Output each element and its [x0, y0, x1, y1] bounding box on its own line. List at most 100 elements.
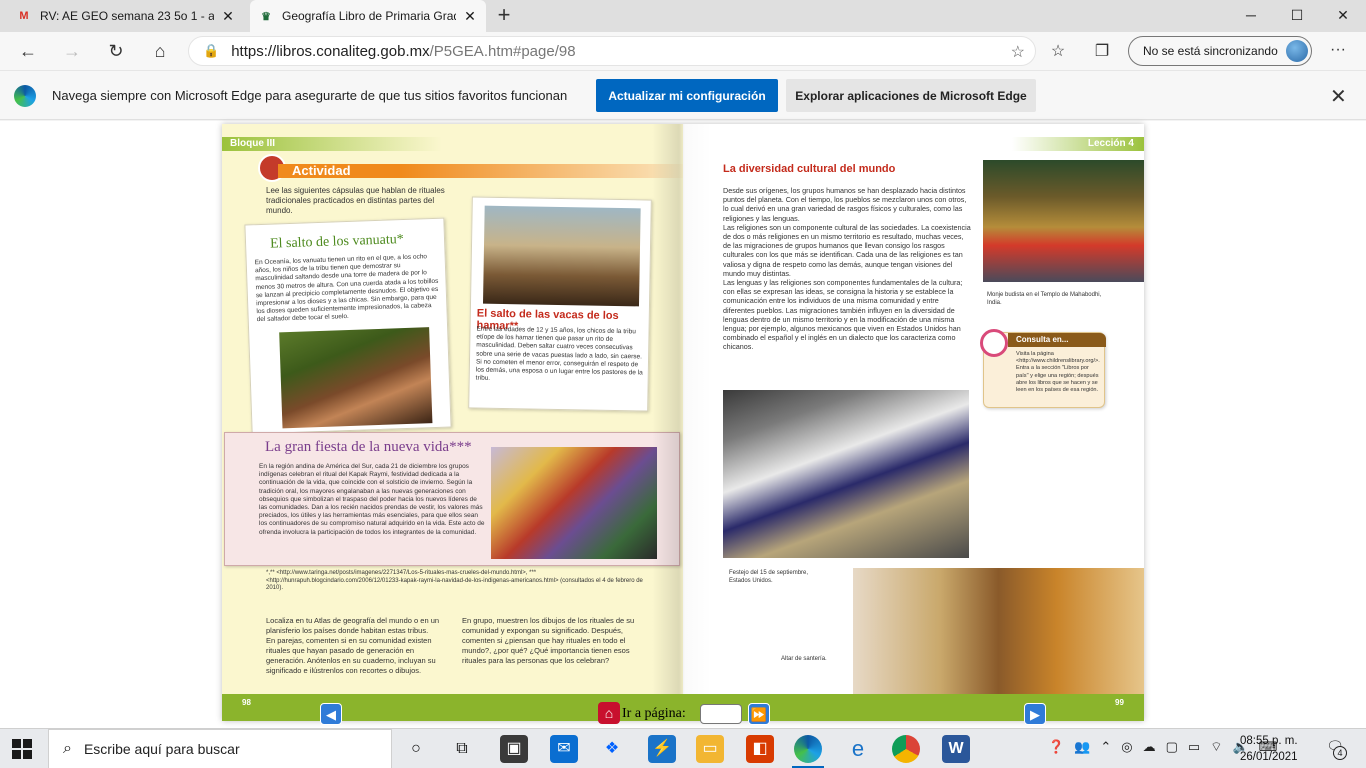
notification-count: 4: [1333, 746, 1347, 760]
lesson-heading: La diversidad cultural del mundo: [723, 163, 896, 175]
card-text: Entre las edades de 12 y 15 años, los ch…: [475, 325, 643, 383]
photo-kapak-raymi: [491, 447, 657, 559]
card-title: La gran fiesta de la nueva vida***: [265, 439, 472, 455]
file-explorer-icon[interactable]: ▭: [696, 735, 724, 763]
url-host: https://libros.conaliteg.gob.mx: [231, 42, 430, 60]
chevron-up-icon[interactable]: ⌃: [1100, 739, 1111, 755]
book-spread: Bloque III Actividad Lee las siguientes …: [222, 124, 1144, 721]
photo-altar: [853, 568, 1144, 694]
edge-infobar: Navega siempre con Microsoft Edge para a…: [0, 70, 1366, 120]
search-placeholder: Escribe aquí para buscar: [83, 741, 240, 757]
gmail-icon: M: [19, 10, 29, 22]
word-icon[interactable]: W: [942, 735, 970, 763]
notification-center-icon[interactable]: 🗨 4: [1325, 738, 1347, 760]
battery-icon[interactable]: ▭: [1188, 739, 1200, 755]
left-page: Bloque III Actividad Lee las siguientes …: [222, 124, 688, 694]
cortana-icon[interactable]: ○: [402, 735, 430, 763]
new-tab-button[interactable]: +: [492, 4, 516, 28]
tab-email[interactable]: M RV: AE GEO semana 23 5o 1 - alr ✕: [8, 0, 244, 32]
task-view-icon[interactable]: ⧉: [448, 735, 476, 763]
more-icon[interactable]: ···: [1328, 41, 1348, 61]
dropbox-icon[interactable]: ❖: [598, 735, 626, 763]
add-favorite-icon[interactable]: ☆: [1011, 42, 1025, 62]
consulta-text: Visita la página <http://www.childrensli…: [1016, 351, 1100, 394]
caption-temple: Monje budista en el Templo de Mahabodhi,…: [987, 292, 1102, 306]
mail-icon[interactable]: ✉: [550, 735, 578, 763]
edge-logo-icon: [14, 85, 36, 107]
card-vanuatu: El salto de los vanuatu* En Oceanía, los…: [244, 217, 452, 435]
explore-apps-button[interactable]: Explorar aplicaciones de Microsoft Edge: [786, 79, 1036, 112]
infobar-message: Navega siempre con Microsoft Edge para a…: [52, 88, 568, 103]
collections-icon[interactable]: ❐: [1092, 41, 1112, 61]
close-tab-icon[interactable]: ✕: [220, 8, 236, 25]
url-path: /P5GEA.htm#page/98: [429, 42, 576, 60]
people-icon[interactable]: 👥: [1074, 739, 1090, 755]
home-button[interactable]: ⌂: [598, 702, 620, 724]
card-nueva-vida: La gran fiesta de la nueva vida*** En la…: [224, 432, 680, 566]
tab-geografia[interactable]: ♛ Geografía Libro de Primaria Grad ✕: [250, 0, 486, 32]
tab-title: RV: AE GEO semana 23 5o 1 - alr: [40, 9, 214, 23]
leccion-label: Lección 4: [1012, 137, 1144, 151]
close-tab-icon[interactable]: ✕: [462, 8, 478, 25]
card-title: El salto de los vanuatu*: [269, 232, 405, 252]
photo-parade: [723, 390, 969, 558]
next-page-button[interactable]: ▶: [1024, 703, 1046, 725]
store-icon[interactable]: ▣: [500, 735, 528, 763]
go-button[interactable]: ⏩: [748, 703, 770, 725]
system-clock[interactable]: 08:55 p. m. 26/01/2021: [1240, 733, 1298, 765]
photo-vanuatu: [279, 327, 433, 429]
favorites-icon[interactable]: ☆: [1048, 41, 1068, 61]
camera-icon[interactable]: ◎: [1121, 739, 1132, 755]
close-infobar-icon[interactable]: ✕: [1330, 84, 1347, 109]
sources-footnote: *,** <http://www.taringa.net/posts/image…: [266, 570, 643, 591]
card-text: En la región andina de América del Sur, …: [259, 463, 485, 536]
activity-header: Actividad: [258, 154, 688, 182]
help-icon[interactable]: ❓: [1048, 739, 1064, 755]
address-bar[interactable]: 🔒 https://libros.conaliteg.gob.mx/P5GEA.…: [188, 36, 1036, 66]
activity-intro: Lee las siguientes cápsulas que hablan d…: [266, 186, 445, 215]
conaliteg-icon: ♛: [261, 10, 271, 23]
device-icon[interactable]: ▢: [1166, 739, 1178, 755]
activity-column-1: Localiza en tu Atlas de geografía del mu…: [266, 616, 440, 675]
search-icon: ⌕: [63, 740, 72, 757]
sync-label: No se está sincronizando: [1143, 44, 1278, 58]
windows-taskbar: ⌕ Escribe aquí para buscar ○ ⧉ ▣ ✉ ❖ ⚡ ▭…: [0, 728, 1366, 768]
maximize-button[interactable]: ☐: [1274, 0, 1320, 32]
taskbar-search[interactable]: ⌕ Escribe aquí para buscar: [48, 729, 392, 768]
update-settings-button[interactable]: Actualizar mi configuración: [596, 79, 778, 112]
app-icon[interactable]: ⚡: [648, 735, 676, 763]
previous-page-button[interactable]: ◀: [320, 703, 342, 725]
close-window-button[interactable]: ✕: [1320, 0, 1366, 32]
office-icon[interactable]: ◧: [746, 735, 774, 763]
caption-parade: Festejo del 15 de septiembre, Estados Un…: [729, 570, 809, 584]
caption-altar: Altar de santería.: [781, 656, 827, 662]
home-icon[interactable]: ⌂: [146, 37, 174, 65]
profile-sync-button[interactable]: No se está sincronizando: [1128, 36, 1312, 66]
onedrive-icon[interactable]: ☁: [1143, 739, 1156, 755]
activity-column-2: En grupo, muestren los dibujos de los ri…: [462, 616, 635, 665]
consulta-box: Consulta en... Visita la página <http://…: [980, 329, 1106, 408]
card-hamar: El salto de las vacas de los hamar** Ent…: [468, 196, 652, 412]
wifi-icon[interactable]: ⌔: [1210, 739, 1222, 755]
goto-page-input[interactable]: [700, 704, 742, 724]
start-button[interactable]: [12, 739, 32, 759]
refresh-icon[interactable]: ↻: [102, 37, 130, 65]
magnifier-icon: [980, 329, 1008, 357]
minimize-button[interactable]: ─: [1228, 0, 1274, 32]
chrome-icon[interactable]: [892, 735, 920, 763]
tab-strip: M RV: AE GEO semana 23 5o 1 - alr ✕ ♛ Ge…: [0, 0, 1366, 32]
edge-icon[interactable]: [794, 735, 822, 763]
lock-icon: 🔒: [203, 43, 220, 58]
clock-time: 08:55 p. m.: [1240, 735, 1298, 747]
book-spine: [652, 124, 712, 694]
avatar: [1286, 40, 1308, 62]
bloque-label: Bloque III: [222, 137, 442, 151]
forward-icon[interactable]: →: [58, 37, 86, 65]
back-icon[interactable]: ←: [14, 37, 42, 65]
browser-toolbar: ← → ↻ ⌂ 🔒 https://libros.conaliteg.gob.m…: [0, 32, 1366, 70]
activity-title: Actividad: [278, 164, 688, 178]
page-navigation: ◀ ⌂ Ir a página: ⏩ ▶: [0, 699, 1366, 729]
photo-hamar: [482, 205, 641, 307]
internet-explorer-icon[interactable]: e: [844, 735, 872, 763]
clock-date: 26/01/2021: [1240, 751, 1298, 763]
